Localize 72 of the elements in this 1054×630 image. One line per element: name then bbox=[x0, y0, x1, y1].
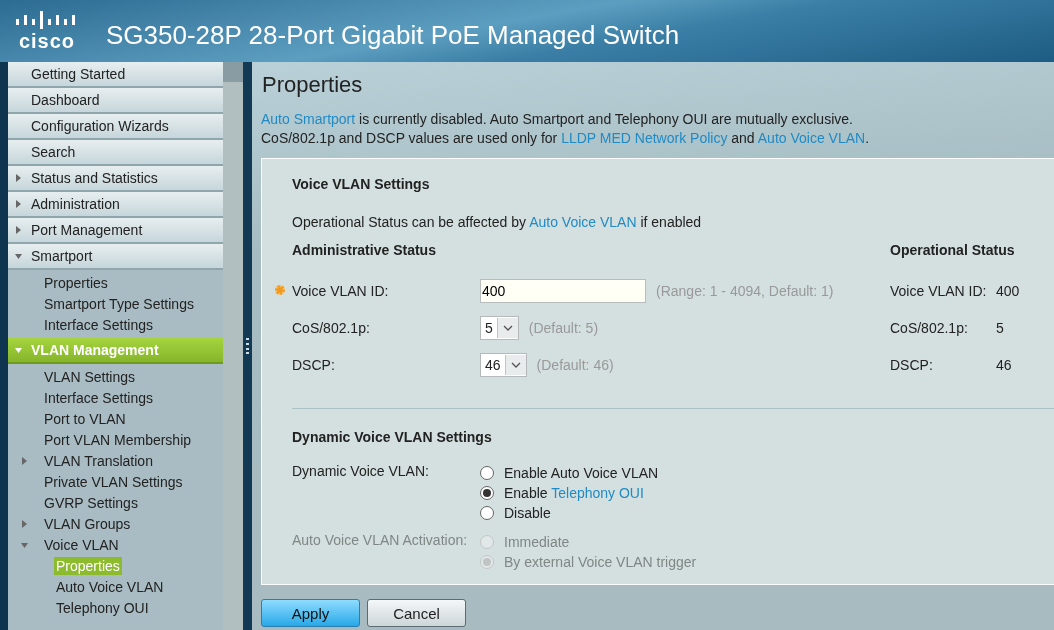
option-label: Enable Telephony OUI bbox=[504, 485, 644, 501]
section-title: Dynamic Voice VLAN Settings bbox=[292, 429, 493, 447]
nav-section[interactable]: Getting Started bbox=[8, 62, 223, 88]
nav-item[interactable]: VLAN Settings bbox=[8, 366, 223, 387]
nav-item[interactable]: Telephony OUI bbox=[8, 597, 223, 618]
dropdown-caret-icon[interactable] bbox=[504, 354, 526, 375]
nav-item[interactable]: Smartport Type Settings bbox=[8, 293, 223, 314]
column-heading: Administrative Status bbox=[292, 242, 437, 260]
nav-item[interactable]: Private VLAN Settings bbox=[8, 471, 223, 492]
expanded-arrow-icon[interactable] bbox=[21, 540, 29, 549]
radio-button[interactable] bbox=[480, 466, 494, 480]
nav-item[interactable]: Interface Settings bbox=[8, 387, 223, 408]
dropdown-caret-icon[interactable] bbox=[496, 317, 518, 338]
section-title: Voice VLAN Settings bbox=[292, 176, 431, 194]
nav-section[interactable]: Administration bbox=[8, 192, 223, 218]
nav-item[interactable]: Port to VLAN bbox=[8, 408, 223, 429]
collapsed-arrow-icon[interactable] bbox=[14, 174, 23, 182]
status-label: Voice VLAN ID: bbox=[890, 282, 988, 299]
collapsed-arrow-icon[interactable] bbox=[14, 226, 23, 234]
hint-text: (Range: 1 - 4094, Default: 1) bbox=[656, 282, 834, 299]
apply-button[interactable]: Apply bbox=[261, 599, 360, 627]
option-label: Disable bbox=[504, 505, 551, 521]
hint-text: (Default: 5) bbox=[528, 319, 599, 336]
logo-text: cisco bbox=[18, 31, 76, 51]
dropdown[interactable]: 5 bbox=[480, 315, 519, 340]
nav-section[interactable]: Configuration Wizards bbox=[8, 114, 223, 140]
dropdown[interactable]: 46 bbox=[480, 352, 527, 377]
status-value: 400 bbox=[996, 282, 1020, 299]
intro-text: Auto Smartport is currently disabled. Auto Smartport and Telephony OUI are mutually exclusive. bbox=[261, 110, 854, 129]
grip-icon[interactable] bbox=[246, 338, 249, 354]
scrollbar[interactable] bbox=[223, 62, 243, 630]
nav-item[interactable]: Properties bbox=[8, 272, 223, 293]
radio-button[interactable] bbox=[480, 486, 494, 500]
option-label: By external Voice VLAN trigger bbox=[504, 554, 697, 570]
intro-text: CoS/802.1p and DSCP values are used only for LLDP MED Network Policy and Auto Voice VLAN. bbox=[261, 129, 871, 148]
field-label: Voice VLAN ID: bbox=[292, 282, 390, 299]
cancel-button[interactable]: Cancel bbox=[367, 599, 466, 627]
option-label: Immediate bbox=[504, 534, 570, 550]
status-label: CoS/802.1p: bbox=[890, 319, 969, 336]
nav-section[interactable]: Smartport bbox=[8, 244, 223, 270]
column-heading: Operational Status bbox=[890, 242, 1016, 260]
field-label: CoS/802.1p: bbox=[292, 319, 371, 336]
nav-section[interactable]: Port Management bbox=[8, 218, 223, 244]
nav-item[interactable]: VLAN Groups bbox=[8, 513, 223, 534]
status-value: 46 bbox=[996, 356, 1012, 373]
nav-item[interactable]: Interface Settings bbox=[8, 314, 223, 335]
hint-text: (Default: 46) bbox=[536, 356, 614, 373]
status-value: 5 bbox=[996, 319, 1004, 336]
field-label: Auto Voice VLAN Activation: bbox=[292, 532, 469, 550]
collapsed-arrow-icon[interactable] bbox=[14, 200, 23, 208]
nav-item[interactable]: Port VLAN Membership bbox=[8, 429, 223, 450]
field-label: Dynamic Voice VLAN: bbox=[292, 463, 430, 481]
expanded-arrow-icon[interactable] bbox=[14, 346, 23, 354]
status-label: DSCP: bbox=[890, 356, 934, 373]
nav-section[interactable]: Search bbox=[8, 140, 223, 166]
logo-bars-icon bbox=[16, 11, 78, 29]
nav-item[interactable]: Voice VLAN bbox=[8, 534, 223, 555]
nav-section[interactable]: Dashboard bbox=[8, 88, 223, 114]
nav-section[interactable]: Status and Statistics bbox=[8, 166, 223, 192]
radio-button[interactable] bbox=[480, 506, 494, 520]
nav-item[interactable]: Auto Voice VLAN bbox=[8, 576, 223, 597]
collapsed-arrow-icon[interactable] bbox=[21, 519, 29, 528]
nav-item[interactable]: VLAN Translation bbox=[8, 450, 223, 471]
nav-item[interactable]: GVRP Settings bbox=[8, 492, 223, 513]
option-label: Enable Auto Voice VLAN bbox=[504, 465, 659, 481]
collapsed-arrow-icon[interactable] bbox=[21, 456, 29, 465]
status-note: Operational Status can be affected by Auto Voice VLAN if enabled bbox=[292, 214, 703, 230]
page-title: Properties bbox=[262, 72, 364, 99]
app-title: SG350-28P 28-Port Gigabit PoE Managed Switch bbox=[106, 19, 680, 51]
field-label: DSCP: bbox=[292, 356, 336, 373]
voice-vlan-id-field[interactable]: 400 bbox=[480, 278, 646, 303]
expanded-arrow-icon[interactable] bbox=[14, 252, 23, 260]
